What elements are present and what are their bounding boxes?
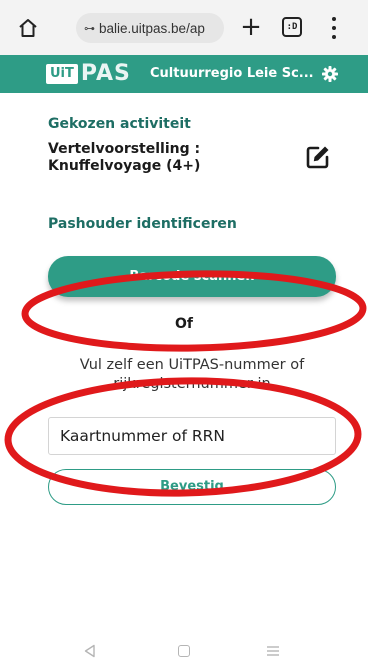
instruction-line2: rijkregisternummer in xyxy=(113,376,271,392)
url-text: balie.uitpas.be/ap xyxy=(99,20,205,36)
activity-name: Vertelvoorstelling : Knuffelvoyage (4+) xyxy=(48,141,268,175)
card-number-input[interactable] xyxy=(48,417,336,455)
logo-pas: PAS xyxy=(80,61,131,86)
back-nav-icon[interactable] xyxy=(83,644,97,658)
edit-icon[interactable] xyxy=(305,144,331,170)
scan-barcode-button[interactable]: Barcode scannen xyxy=(48,256,336,297)
gear-icon[interactable] xyxy=(322,66,338,82)
tab-switcher-icon[interactable]: :D xyxy=(282,17,302,37)
or-divider-text: Of xyxy=(175,316,193,332)
home-icon[interactable] xyxy=(16,16,40,40)
activity-name-line2: Knuffelvoyage (4+) xyxy=(48,158,201,174)
site-settings-icon[interactable]: ⊶ xyxy=(84,22,95,35)
uitpas-logo[interactable]: UiT PAS xyxy=(46,62,131,86)
instruction-line1: Vul zelf een UiTPAS-nummer of xyxy=(79,357,305,373)
identify-holder-label: Pashouder identificeren xyxy=(48,216,237,232)
chosen-activity-label: Gekozen activiteit xyxy=(48,116,191,132)
browser-toolbar: ⊶ balie.uitpas.be/ap + :D xyxy=(0,0,368,55)
logo-uit: UiT xyxy=(46,64,78,84)
organization-name: Cultuurregio Leie Sc... xyxy=(150,66,314,81)
manual-entry-instruction: Vul zelf een UiTPAS-nummer of rijkregist… xyxy=(40,356,344,394)
activity-name-line1: Vertelvoorstelling : xyxy=(48,141,201,157)
overflow-menu-icon[interactable] xyxy=(324,15,344,41)
red-highlight-annotations xyxy=(4,270,367,497)
home-nav-icon[interactable] xyxy=(178,645,190,657)
address-bar[interactable]: ⊶ balie.uitpas.be/ap xyxy=(76,13,224,43)
new-tab-plus-icon[interactable]: + xyxy=(236,13,266,43)
confirm-button[interactable]: Bevestig xyxy=(48,469,336,505)
recent-apps-nav-icon[interactable] xyxy=(266,645,280,657)
